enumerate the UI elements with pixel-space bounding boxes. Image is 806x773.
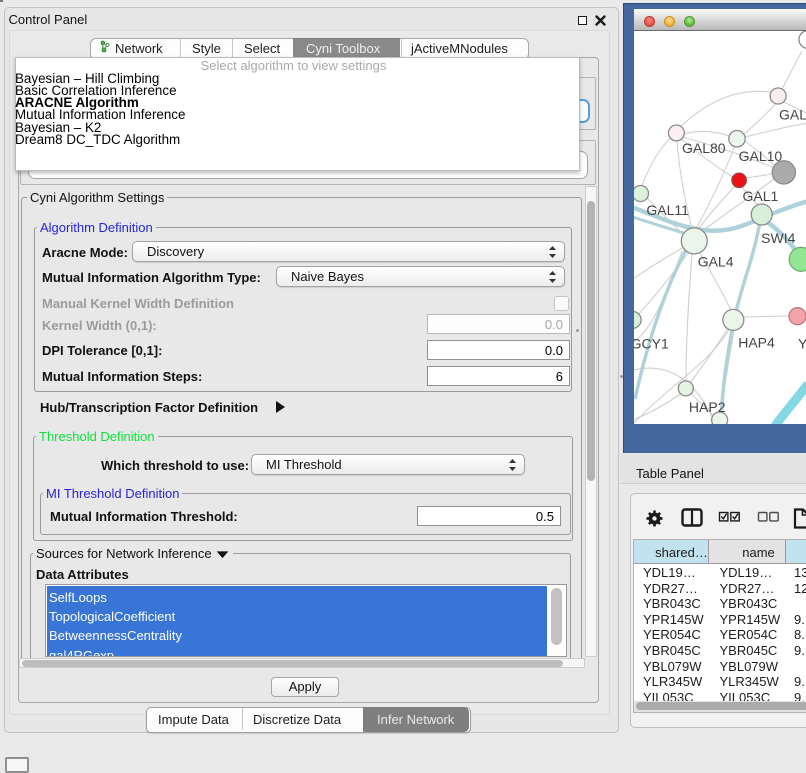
svg-text:GAL7: GAL7 [779, 107, 806, 123]
svg-text:YM: YM [798, 335, 806, 351]
svg-text:SWI4: SWI4 [761, 230, 795, 246]
svg-text:HAP4: HAP4 [738, 335, 775, 351]
svg-text:GAL80: GAL80 [682, 140, 726, 156]
svg-text:GAL10: GAL10 [739, 148, 783, 164]
svg-text:GAL4: GAL4 [698, 254, 734, 270]
svg-text:HAP2: HAP2 [689, 399, 726, 415]
svg-text:GAL1: GAL1 [742, 188, 778, 204]
svg-text:GAL11: GAL11 [646, 202, 689, 218]
svg-text:GCY1: GCY1 [634, 335, 669, 351]
